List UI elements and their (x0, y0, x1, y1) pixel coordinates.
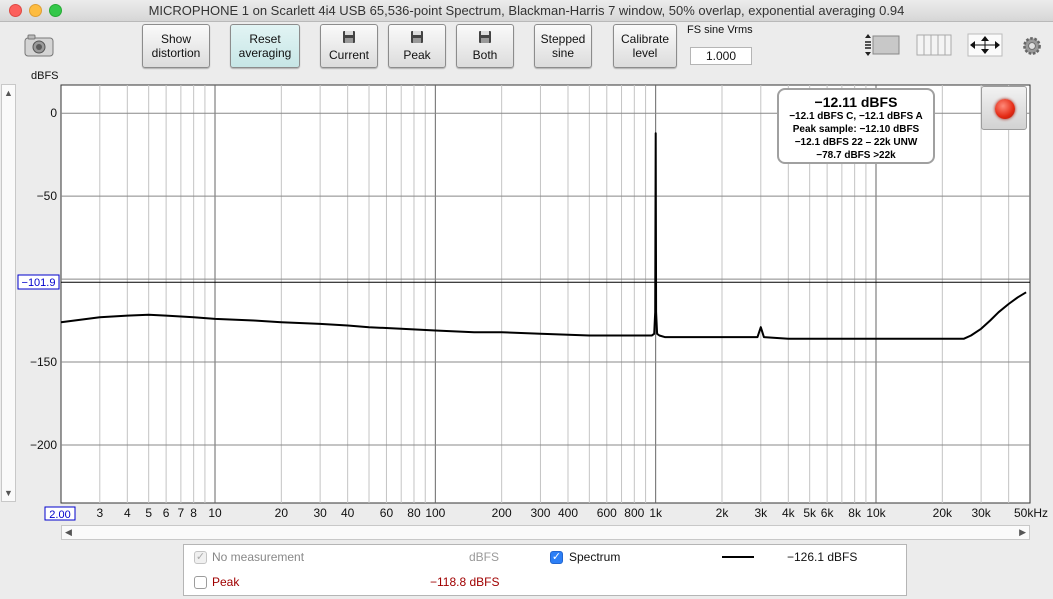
x-tick-label: 30 (313, 506, 327, 520)
cursor-level-readout: −101.9 (17, 274, 60, 290)
x-tick-label: 4 (124, 506, 131, 520)
unweighted-level-line: −12.1 dBFS 22 – 22k UNW (794, 137, 918, 148)
cursor-level-text: −101.9 (22, 277, 56, 289)
y-tick-label: −50 (37, 189, 58, 203)
peak-legend-level: −118.8 dBFS (430, 575, 500, 589)
x-tick-label: 40 (341, 506, 355, 520)
x-tick-labels: 3 4 5 6 7 8 10 20 30 40 60 80 100 200 300 400 600 800 1k 2k… (96, 506, 1048, 520)
x-tick-label: 50kHz (1014, 506, 1048, 520)
spectrum-checkbox[interactable]: ✓ (550, 551, 563, 564)
peak-checkbox[interactable] (194, 576, 207, 589)
x-tick-label: 60 (380, 506, 394, 520)
level-info-box: −12.11 dBFS −12.1 dBFS C, −12.1 dBFS A P… (777, 88, 935, 164)
x-tick-label: 6 (163, 506, 170, 520)
x-tick-label: 600 (597, 506, 617, 520)
x-tick-label: 20k (933, 506, 953, 520)
peak-legend-label: Peak (212, 575, 240, 589)
record-button[interactable] (981, 86, 1027, 130)
x-tick-label: 800 (624, 506, 644, 520)
weighted-level-line: −12.1 dBFS C, −12.1 dBFS A (789, 111, 923, 122)
y-tick-label: −150 (30, 355, 57, 369)
scroll-right-arrow-icon[interactable]: ▶ (1019, 527, 1026, 538)
peak-sample-line: Peak sample: −12.10 dBFS (792, 124, 920, 135)
spectrum-level: −126.1 dBFS (787, 550, 858, 564)
x-tick-label: 200 (492, 506, 512, 520)
x-start-readout: 2.00 (44, 506, 76, 521)
above-22k-level-line: −78.7 dBFS >22k (816, 150, 896, 161)
x-tick-label: 8 (190, 506, 197, 520)
no-measurement-checkbox[interactable]: ✓ (194, 551, 207, 564)
app-window: MICROPHONE 1 on Scarlett 4i4 USB 65,536-… (0, 0, 1053, 599)
horizontal-scrollbar[interactable]: ◀ ▶ (61, 525, 1030, 540)
x-tick-label: 10 (208, 506, 222, 520)
scroll-left-arrow-icon[interactable]: ◀ (65, 527, 72, 538)
no-measurement-label: No measurement (212, 550, 305, 564)
x-tick-label: 5k (803, 506, 817, 520)
spectrum-label: Spectrum (569, 550, 621, 564)
x-tick-label: 8k (848, 506, 862, 520)
x-tick-label: 10k (866, 506, 886, 520)
y-tick-label: −200 (30, 438, 57, 452)
x-tick-label: 6k (821, 506, 835, 520)
x-tick-label: 300 (530, 506, 550, 520)
x-tick-label: 4k (782, 506, 796, 520)
y-tick-label: 0 (50, 106, 57, 120)
x-tick-label: 100 (425, 506, 445, 520)
x-tick-label: 3 (96, 506, 103, 520)
x-tick-label: 20 (275, 506, 289, 520)
spectrum-line-swatch (722, 556, 754, 558)
legend-panel: ✓ No measurement dBFS ✓ Spectrum −126.1 … (183, 544, 907, 596)
spectrum-chart[interactable]: 0−50−100−150−200 34567810203040608010020… (0, 0, 1053, 525)
x-tick-label: 2k (716, 506, 730, 520)
record-icon (995, 99, 1015, 119)
x-tick-label: 400 (558, 506, 578, 520)
x-start-text: 2.00 (49, 509, 70, 521)
x-tick-label: 3k (754, 506, 768, 520)
x-tick-label: 80 (407, 506, 421, 520)
main-level-readout: −12.11 dBFS (814, 94, 898, 110)
no-measurement-unit: dBFS (469, 550, 500, 564)
x-tick-label: 30k (971, 506, 991, 520)
x-tick-label: 1k (649, 506, 663, 520)
x-tick-label: 7 (178, 506, 185, 520)
x-tick-label: 5 (145, 506, 152, 520)
